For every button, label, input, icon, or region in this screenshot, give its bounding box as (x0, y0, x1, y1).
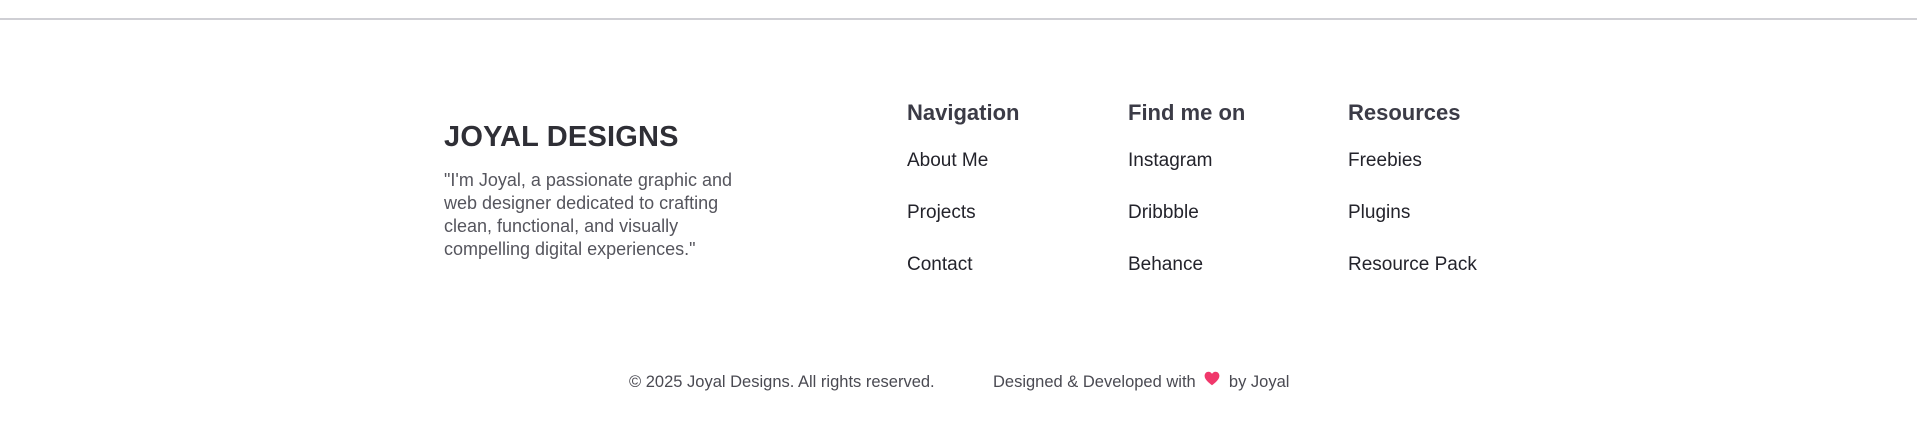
find-me-column: Find me on Instagram Dribbble Behance (1128, 98, 1245, 304)
credit-suffix: by Joyal (1228, 373, 1290, 391)
about-me-link[interactable]: About Me (907, 148, 988, 174)
list-item: Instagram (1128, 148, 1245, 200)
brand-block: JOYAL DESIGNS "I'm Joyal, a passionate g… (444, 120, 774, 261)
list-item: Projects (907, 200, 1019, 252)
freebies-link[interactable]: Freebies (1348, 148, 1422, 174)
navigation-heading: Navigation (907, 100, 1020, 125)
instagram-link[interactable]: Instagram (1128, 148, 1212, 174)
behance-link[interactable]: Behance (1128, 252, 1203, 278)
footer-page: JOYAL DESIGNS "I'm Joyal, a passionate g… (0, 0, 1917, 423)
credit-prefix: Designed & Developed with (993, 373, 1196, 391)
brand-quote: "I'm Joyal, a passionate graphic and web… (444, 170, 732, 259)
find-me-heading: Find me on (1128, 100, 1246, 125)
footer-bottom: © 2025 Joyal Designs. All rights reserve… (0, 370, 1917, 396)
dribbble-link[interactable]: Dribbble (1128, 200, 1199, 226)
brand-title: JOYAL DESIGNS (444, 121, 679, 153)
navigation-links: About Me Projects Contact (907, 148, 1019, 304)
resources-links: Freebies Plugins Resource Pack (1348, 148, 1477, 304)
top-divider (0, 18, 1917, 20)
list-item: Behance (1128, 252, 1245, 304)
list-item: Freebies (1348, 148, 1477, 200)
list-item: About Me (907, 148, 1019, 200)
resources-heading: Resources (1348, 100, 1461, 125)
list-item: Resource Pack (1348, 252, 1477, 304)
list-item: Plugins (1348, 200, 1477, 252)
list-item: Dribbble (1128, 200, 1245, 252)
resource-pack-link[interactable]: Resource Pack (1348, 252, 1477, 278)
resources-column: Resources Freebies Plugins Resource Pack (1348, 98, 1477, 304)
social-links: Instagram Dribbble Behance (1128, 148, 1245, 304)
credit-text: Designed & Developed with by Joyal (993, 370, 1289, 395)
heart-icon (1204, 369, 1220, 393)
navigation-column: Navigation About Me Projects Contact (907, 98, 1019, 304)
plugins-link[interactable]: Plugins (1348, 200, 1410, 226)
copyright-text: © 2025 Joyal Designs. All rights reserve… (629, 373, 935, 391)
list-item: Contact (907, 252, 1019, 304)
contact-link[interactable]: Contact (907, 252, 972, 278)
projects-link[interactable]: Projects (907, 200, 976, 226)
